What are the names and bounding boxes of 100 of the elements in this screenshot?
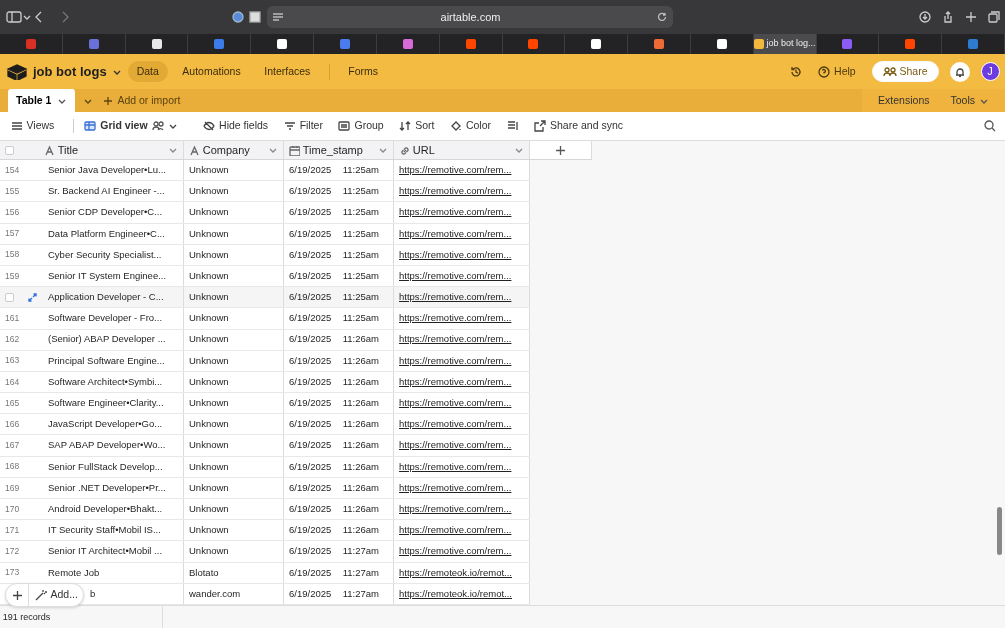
browser-tab[interactable]: job bot log... — [753, 34, 817, 54]
select-all-checkbox[interactable] — [5, 145, 14, 155]
logo-icon[interactable] — [5, 63, 28, 80]
table-cell: Unknown — [189, 226, 229, 241]
table-cell-text: 11:26am — [342, 480, 379, 495]
help-button[interactable]: Help — [813, 63, 861, 80]
url-link[interactable]: https://remotive.com/rem... — [399, 226, 512, 241]
reader-icon[interactable] — [272, 12, 284, 22]
url-link[interactable]: https://remotive.com/rem... — [399, 205, 512, 220]
add-import-button[interactable]: Add or import — [98, 92, 186, 109]
url-link[interactable]: https://remotive.com/rem... — [399, 162, 512, 178]
row-checkbox[interactable] — [5, 292, 14, 302]
nav-tab[interactable]: Data — [127, 60, 168, 83]
column-header[interactable]: Time_stamp — [284, 141, 394, 159]
share-button[interactable]: Share — [871, 60, 939, 83]
color-button[interactable]: Color — [444, 118, 496, 134]
row-number: 165 — [5, 396, 20, 410]
tab-overview-icon[interactable] — [249, 11, 261, 23]
link-icon — [399, 144, 410, 156]
table-cell: Unknown — [189, 438, 229, 453]
url-link[interactable]: https://remotive.com/rem... — [399, 523, 512, 538]
table-cell: 6/19/2025 — [289, 353, 332, 368]
url-link[interactable]: https://remotive.com/rem... — [399, 374, 512, 390]
nav-tab[interactable]: Forms — [339, 60, 388, 83]
table-cell: 11:26am — [342, 353, 379, 368]
url-link[interactable]: https://remotive.com/rem... — [399, 459, 512, 474]
table-cell: 6/19/2025 — [289, 205, 332, 220]
extensions-button[interactable]: Extensions — [873, 92, 935, 109]
column-header[interactable]: Title — [44, 141, 184, 159]
reload-icon[interactable] — [657, 12, 667, 22]
column-header[interactable]: Company — [184, 141, 284, 159]
table-cell-text: Senior IT System Enginee... — [48, 268, 167, 283]
expand-icon[interactable] — [28, 292, 37, 302]
table-cell: 6/19/2025 — [289, 586, 332, 601]
table-cell: Principal Software Engine... — [48, 353, 165, 368]
tools-button[interactable]: Tools — [945, 92, 994, 109]
table-cell: Unknown — [189, 311, 229, 326]
table-cell: 11:25am — [342, 226, 379, 241]
base-name[interactable]: job bot logs — [33, 61, 107, 82]
scrollbar[interactable] — [997, 507, 1002, 555]
nav-tab[interactable]: Automations — [173, 60, 250, 83]
url-link[interactable]: https://remoteok.io/remot... — [399, 586, 512, 601]
row-number: 169 — [5, 481, 20, 495]
url-link[interactable]: https://remotive.com/rem... — [399, 544, 512, 559]
table-cell: Unknown — [189, 353, 229, 368]
url-link[interactable]: https://remotive.com/rem... — [399, 501, 512, 517]
url-link[interactable]: https://remotive.com/rem... — [399, 247, 512, 262]
notifications-button[interactable] — [949, 61, 970, 82]
url-link[interactable]: https://remotive.com/rem... — [399, 311, 512, 326]
row-number: 168 — [5, 460, 20, 474]
people-icon — [151, 121, 164, 131]
row-number: 158 — [5, 248, 20, 262]
group-button[interactable]: Group — [333, 118, 389, 134]
search-icon[interactable] — [983, 120, 996, 132]
url-link[interactable]: https://remoteok.io/remot... — [399, 565, 512, 580]
table-cell: 11:26am — [342, 523, 379, 538]
view-switcher[interactable]: Grid view — [79, 118, 183, 134]
url-link[interactable]: https://remotive.com/rem... — [399, 184, 512, 199]
new-tab-icon[interactable] — [964, 11, 977, 23]
magic-wand-icon — [34, 589, 47, 601]
url-link[interactable]: https://remotive.com/rem... — [399, 480, 512, 496]
share-icon[interactable] — [941, 11, 954, 23]
hide-button[interactable]: Hide fields — [198, 118, 274, 134]
url-link[interactable]: https://remotive.com/rem... — [399, 396, 512, 411]
nav-tab[interactable]: Interfaces — [255, 60, 320, 83]
sort-button[interactable]: Sort — [394, 118, 440, 134]
table-cell: (Senior) ABAP Developer ... — [48, 332, 166, 347]
table-cell: 11:25am — [342, 184, 379, 199]
sidebar-icon[interactable] — [5, 11, 22, 23]
table-cell-text: Unknown — [189, 501, 229, 516]
table-cell: Unknown — [189, 290, 229, 305]
table-cell: 6/19/2025 — [289, 184, 332, 199]
tabs-icon[interactable] — [987, 11, 1000, 23]
address-bar[interactable]: airtable.com — [266, 6, 673, 28]
share-button[interactable]: Share and sync — [529, 118, 628, 134]
history-icon[interactable] — [790, 65, 803, 78]
views-button[interactable]: Views — [5, 118, 60, 134]
table-cell: 11:27am — [342, 544, 379, 559]
table-cell: JavaScript Developer•Go... — [48, 417, 163, 432]
url-link[interactable]: https://remotive.com/rem... — [399, 332, 512, 347]
table-tab[interactable]: Table 1 — [8, 89, 75, 112]
avatar[interactable]: J — [980, 62, 1000, 81]
row-height-icon — [506, 120, 519, 132]
url-link[interactable]: https://remotive.com/rem... — [399, 353, 512, 368]
eye-slash-icon — [203, 120, 216, 132]
table-cell: Unknown — [189, 205, 229, 220]
row-number: 164 — [5, 375, 20, 389]
table-cell-text: 11:25am — [342, 162, 379, 177]
table-cell: IT Security Staff•Mobil IS... — [48, 523, 161, 538]
url-link[interactable]: https://remotive.com/rem... — [399, 268, 512, 284]
filter-button[interactable]: Filter — [278, 118, 328, 134]
table-cell-text: Senior .NET Developer•Pr... — [48, 480, 166, 495]
download-icon[interactable] — [918, 11, 931, 23]
url-link[interactable]: https://remotive.com/rem... — [399, 438, 512, 453]
table-cell: SAP ABAP Developer•Wo... — [48, 438, 166, 453]
table-cell: Unknown — [189, 332, 229, 347]
row-number: 173 — [5, 566, 20, 580]
url-link[interactable]: https://remotive.com/rem... — [399, 290, 512, 305]
url-link[interactable]: https://remotive.com/rem... — [399, 417, 512, 432]
row-number: 171 — [5, 523, 20, 537]
